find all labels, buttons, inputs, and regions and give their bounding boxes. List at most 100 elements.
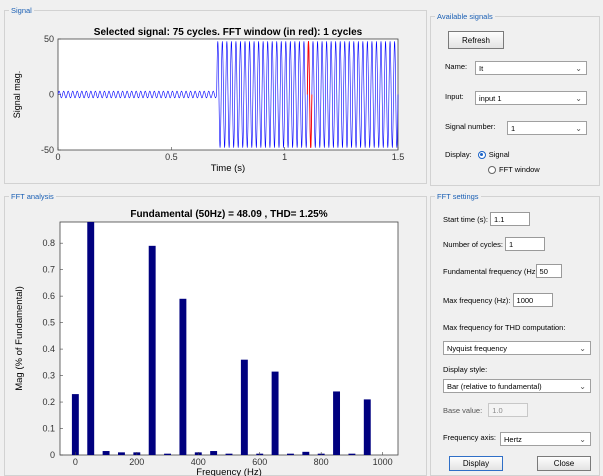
max-freq-row: Max frequency (Hz): 1000: [443, 293, 553, 307]
fft-settings-title: FFT settings: [435, 191, 481, 202]
max-freq-input[interactable]: 1000: [512, 293, 553, 307]
cycles-label: Number of cycles:: [443, 239, 504, 249]
max-freq-label: Max frequency (Hz):: [443, 295, 511, 305]
start-time-label: Start time (s):: [443, 214, 489, 224]
y-tick-label: 0.6: [42, 291, 55, 301]
input-value: input 1: [479, 94, 502, 103]
y-tick-label: 0.2: [42, 397, 55, 407]
thd-select[interactable]: Nyquist frequency ⌄: [443, 341, 591, 355]
fft-bar: [240, 359, 248, 455]
display-style-select[interactable]: Bar (relative to fundamental) ⌄: [443, 379, 591, 393]
y-tick-label: 0.1: [42, 424, 55, 434]
x-tick-label: 0: [73, 457, 78, 467]
fft-window-row: FFT window: [488, 165, 540, 174]
x-tick-label: 200: [129, 457, 144, 467]
fft-bar: [302, 451, 310, 455]
name-row: Name:: [445, 62, 467, 71]
signal-number-select[interactable]: 1 ⌄: [507, 121, 587, 135]
y-tick-label: 0.3: [42, 371, 55, 381]
fft-bar: [148, 245, 156, 455]
plot-area: [59, 221, 399, 456]
y-tick-label: 50: [44, 34, 54, 44]
signal-plot-ylabel: Signal mag.: [12, 71, 22, 119]
display-label: Display:: [445, 150, 472, 159]
base-value-input: 1.0: [488, 403, 529, 417]
signal-plot-title: Selected signal: 75 cycles. FFT window (…: [94, 27, 363, 38]
x-tick-label: 1: [282, 152, 287, 162]
y-tick-label: 0.4: [42, 344, 55, 354]
fund-freq-label: Fundamental frequency (Hz: [443, 266, 536, 276]
signal-number-label: Signal number:: [445, 122, 496, 131]
start-time-row: Start time (s): 1.1: [443, 212, 531, 226]
thd-value: Nyquist frequency: [447, 344, 508, 353]
display-style-value: Bar (relative to fundamental): [447, 382, 542, 391]
freq-axis-row: Frequency axis:: [443, 433, 498, 442]
chevron-down-icon: ⌄: [579, 435, 586, 444]
chevron-down-icon: ⌄: [575, 64, 582, 73]
x-tick-label: 1.5: [392, 152, 405, 162]
fft-window-radio[interactable]: [488, 165, 496, 174]
fft-bar: [225, 453, 233, 455]
signal-plot: 0 0.5 1 1.5-50050Selected signal: 75 cycles…: [12, 27, 405, 174]
fft-plot-ylabel: Mag (% of Fundamental): [14, 286, 25, 391]
fft-bar: [348, 453, 356, 455]
freq-axis-select[interactable]: Hertz ⌄: [500, 432, 591, 446]
thd-label-row: Max frequency for THD computation:: [443, 323, 565, 332]
fft-plot: 0 200 400 600 800 1000 0 0.1 0.2 0.3 0.4 0.5 0.6 0.7 0…: [14, 209, 399, 476]
display-button[interactable]: Display: [449, 456, 503, 471]
refresh-button[interactable]: Refresh: [448, 31, 504, 49]
signal-radio[interactable]: [477, 150, 486, 159]
fft-bar: [102, 451, 110, 455]
input-label: Input:: [445, 92, 464, 101]
display-style-label-row: Display style:: [443, 365, 487, 374]
fft-bar: [271, 371, 279, 455]
display-row: Display: Signal: [445, 150, 510, 159]
chevron-down-icon: ⌄: [579, 382, 586, 391]
available-signals-title: Available signals: [435, 11, 495, 22]
base-value-row: Base value: 1.0: [443, 403, 529, 417]
freq-axis-value: Hertz: [504, 435, 522, 444]
fft-settings-panel: FFT settings Start time (s): 1.1 Number …: [430, 191, 600, 476]
signal-radio-label: Signal: [488, 150, 510, 159]
base-value-label: Base value:: [443, 405, 483, 415]
signal-plot-xlabel: Time (s): [211, 163, 245, 174]
fft-window-radio-label: FFT window: [499, 165, 540, 174]
chevron-down-icon: ⌄: [575, 94, 582, 103]
fund-freq-input[interactable]: 50: [535, 264, 562, 278]
thd-label: Max frequency for THD computation:: [443, 323, 566, 332]
chevron-down-icon: ⌄: [575, 124, 582, 133]
available-signals-panel: Available signals Refresh Name: It ⌄ Inp…: [430, 11, 600, 186]
signal-number-row: Signal number:: [445, 122, 495, 131]
y-tick-label: 0: [49, 90, 54, 100]
cycles-row: Number of cycles: 1: [443, 237, 546, 251]
fft-bar: [179, 298, 187, 455]
fft-plot-title: Fundamental (50Hz) = 48.09 , THD= 1.25%: [130, 209, 327, 220]
signal-number-value: 1: [511, 124, 516, 133]
fft-bar: [286, 453, 294, 455]
x-tick-label: 800: [314, 457, 329, 467]
x-tick-label: 400: [191, 457, 206, 467]
fft-bar: [363, 399, 371, 455]
x-tick-label: 600: [252, 457, 267, 467]
name-select[interactable]: It ⌄: [475, 61, 587, 75]
y-tick-label: -50: [41, 145, 54, 155]
x-tick-label: 1000: [373, 457, 393, 467]
name-label: Name:: [445, 62, 468, 71]
fft-plot-xlabel: Frequency (Hz): [196, 467, 261, 476]
y-tick-label: 0.7: [42, 265, 55, 275]
input-select[interactable]: input 1 ⌄: [475, 91, 587, 105]
chevron-down-icon: ⌄: [579, 344, 586, 353]
y-tick-label: 0.5: [42, 318, 55, 328]
fund-freq-row: Fundamental frequency (Hz 50: [443, 264, 562, 278]
fft-bar: [333, 391, 341, 455]
y-tick-label: 0.8: [42, 238, 55, 248]
y-tick-label: 0: [50, 450, 55, 460]
freq-axis-label: Frequency axis:: [443, 433, 496, 442]
x-tick-label: 0: [55, 152, 60, 162]
fft-bar: [71, 394, 79, 455]
fft-bar: [210, 451, 218, 455]
cycles-input[interactable]: 1: [505, 237, 546, 251]
fft-bar: [117, 452, 125, 455]
close-button[interactable]: Close: [537, 456, 591, 471]
start-time-input[interactable]: 1.1: [490, 212, 531, 226]
